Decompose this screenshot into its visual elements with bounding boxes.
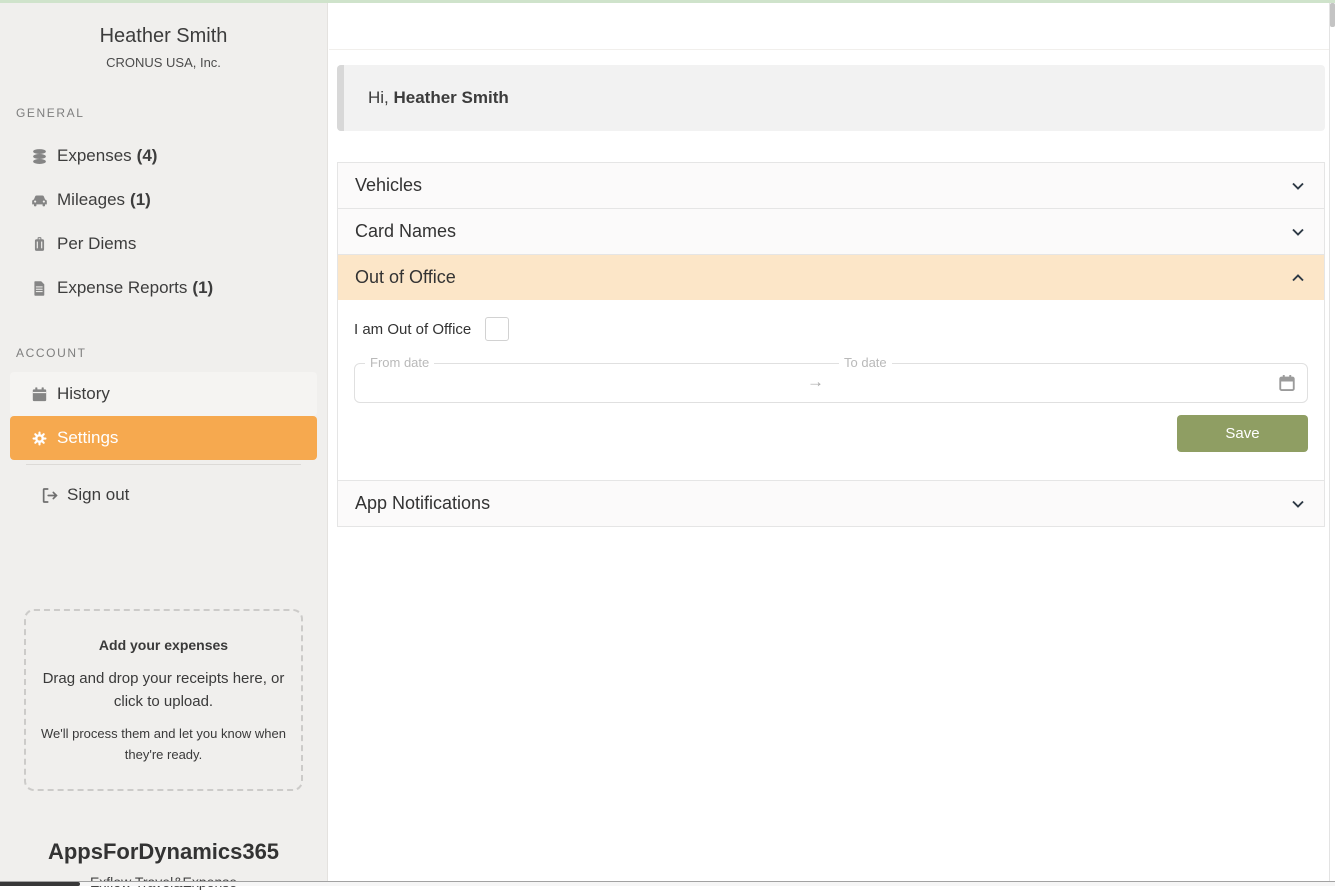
chevron-down-icon [1289,177,1307,195]
accordion-header-out-of-office[interactable]: Out of Office [337,254,1325,300]
upload-dropzone[interactable]: Add your expenses Drag and drop your rec… [24,609,303,791]
sidebar-item-label: Expense Reports [57,278,187,298]
sidebar-item-count: (4) [137,146,158,166]
sidebar-item-label: Settings [57,428,118,448]
app-window: Heather Smith CRONUS USA, Inc. GENERAL E… [0,0,1335,886]
sidebar-item-count: (1) [130,190,151,210]
vertical-scrollbar[interactable] [1329,3,1335,881]
accordion-header-app-notifications[interactable]: App Notifications [337,480,1325,526]
sidebar-item-label: Mileages [57,190,125,210]
sidebar-item-history[interactable]: History [10,372,317,416]
luggage-icon [30,235,48,253]
sidebar: Heather Smith CRONUS USA, Inc. GENERAL E… [0,3,328,881]
accordion-label: Out of Office [355,267,456,288]
greeting-text: Hi, Heather Smith [368,88,509,108]
save-button[interactable]: Save [1177,415,1308,452]
user-info: Heather Smith CRONUS USA, Inc. [0,3,327,70]
greeting-prefix: Hi, [368,88,394,107]
sidebar-item-count: (1) [192,278,213,298]
sidebar-item-expenses[interactable]: Expenses (4) [0,134,327,178]
brand-title: AppsForDynamics365 [0,839,327,865]
sidebar-item-label: History [57,384,110,404]
accordion-header-card-names[interactable]: Card Names [337,208,1325,254]
sidebar-item-sign-out[interactable]: Sign out [10,473,317,517]
sidebar-item-mileages[interactable]: Mileages (1) [0,178,327,222]
chevron-down-icon [1289,495,1307,513]
sidebar-divider [26,464,301,465]
from-date-input[interactable] [369,365,750,401]
user-name: Heather Smith [0,25,327,48]
out-of-office-toggle-row: I am Out of Office [354,317,1308,341]
main-content: Hi, Heather Smith Vehicles Card Names Ou… [329,3,1335,881]
main-header-band [329,3,1335,50]
out-of-office-checkbox-label: I am Out of Office [354,321,471,338]
settings-accordion: Vehicles Card Names Out of Office [337,162,1325,527]
sign-out-icon [40,486,58,504]
accordion-header-vehicles[interactable]: Vehicles [337,162,1325,208]
greeting-user-name: Heather Smith [394,88,509,107]
gear-icon [30,429,48,447]
sidebar-item-per-diems[interactable]: Per Diems [0,222,327,266]
document-icon [30,279,48,297]
chevron-down-icon [1289,223,1307,241]
vertical-scrollbar-thumb[interactable] [1330,3,1335,27]
horizontal-scrollbar[interactable] [0,881,1335,886]
user-company: CRONUS USA, Inc. [0,55,327,70]
coins-icon [30,147,48,165]
upload-instruction: Drag and drop your receipts here, or cli… [38,667,289,713]
to-date-input[interactable] [841,365,1203,401]
horizontal-scrollbar-thumb[interactable] [0,882,80,886]
upload-title: Add your expenses [38,637,289,653]
save-row: Save [354,415,1308,452]
chevron-up-icon [1289,269,1307,287]
sidebar-nav-account: History Settings Sign out [10,372,317,517]
out-of-office-panel: I am Out of Office From date To date → S… [337,300,1325,480]
date-range-field: From date To date → [354,363,1308,403]
calendar-picker-icon[interactable] [1277,373,1297,393]
sidebar-nav-general: Expenses (4) Mileages (1) Per Diems [0,134,327,310]
greeting-accent-bar [337,65,344,131]
upload-note: We'll process them and let you know when… [38,723,289,765]
accordion-label: App Notifications [355,493,490,514]
top-accent-strip [0,0,1335,3]
sidebar-item-settings[interactable]: Settings [10,416,317,460]
sidebar-item-label: Per Diems [57,234,136,254]
section-label-account: ACCOUNT [16,346,327,360]
sidebar-item-expense-reports[interactable]: Expense Reports (1) [0,266,327,310]
section-label-general: GENERAL [16,106,327,120]
accordion-label: Vehicles [355,175,422,196]
sidebar-item-label: Expenses [57,146,132,166]
greeting-banner: Hi, Heather Smith [337,65,1325,131]
arrow-right-icon: → [807,372,824,392]
car-icon [30,191,48,209]
accordion-label: Card Names [355,221,456,242]
sidebar-item-label: Sign out [67,485,129,505]
calendar-icon [30,385,48,403]
out-of-office-checkbox[interactable] [485,317,509,341]
